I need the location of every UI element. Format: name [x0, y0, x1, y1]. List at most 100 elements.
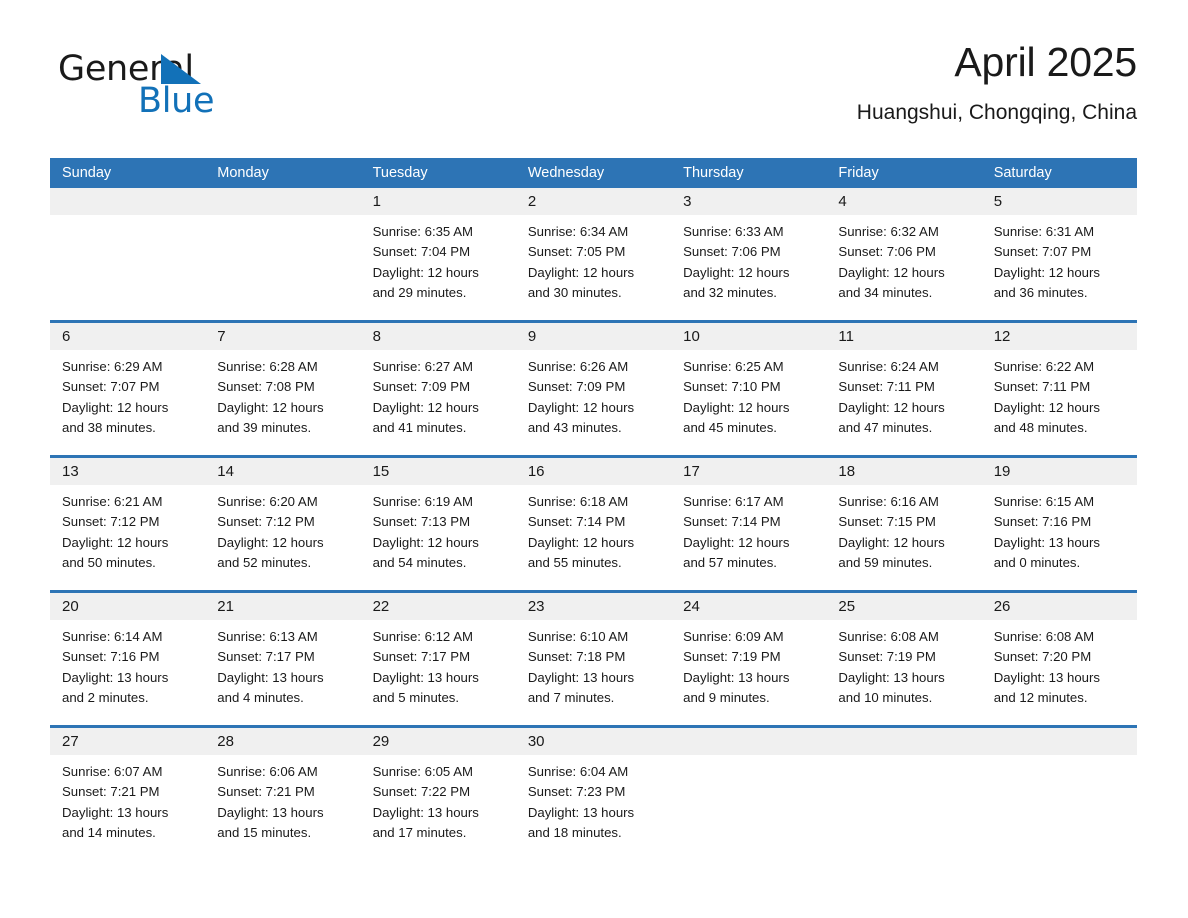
day-number-band: [671, 728, 827, 755]
weekday-header-friday: Friday: [838, 165, 879, 181]
day-number: 6: [62, 328, 71, 345]
day-details: Sunrise: 6:22 AM Sunset: 7:11 PM Daylight:…: [982, 350, 1137, 438]
day-cell-19[interactable]: 19 Sunrise: 6:15 AM Sunset: 7:16 PM Dayligh…: [981, 458, 1137, 590]
day-cell-16[interactable]: 16 Sunrise: 6:18 AM Sunset: 7:14 PM Dayligh…: [515, 458, 672, 590]
day-number-band: 10: [671, 323, 827, 350]
day-cell-26[interactable]: 26 Sunrise: 6:08 AM Sunset: 7:20 PM Dayligh…: [981, 593, 1137, 725]
day-cell-23[interactable]: 23 Sunrise: 6:10 AM Sunset: 7:18 PM Dayligh…: [515, 593, 672, 725]
day-number-band: 6: [50, 323, 206, 350]
day-details: Sunrise: 6:20 AM Sunset: 7:12 PM Daylight:…: [205, 485, 360, 573]
day-cell-17[interactable]: 17 Sunrise: 6:17 AM Sunset: 7:14 PM Dayligh…: [671, 458, 827, 590]
day-cell-28[interactable]: 28 Sunrise: 6:06 AM Sunset: 7:21 PM Dayligh…: [205, 728, 361, 864]
day-number: 10: [683, 328, 700, 345]
day-cell-12[interactable]: 12 Sunrise: 6:22 AM Sunset: 7:11 PM Dayligh…: [981, 323, 1137, 455]
day-details: [205, 215, 360, 222]
day-number: 18: [838, 463, 856, 480]
day-details: Sunrise: 6:18 AM Sunset: 7:14 PM Daylight:…: [516, 485, 671, 573]
day-detail-line: and 17 minutes.: [372, 824, 467, 840]
day-details: Sunrise: 6:15 AM Sunset: 7:16 PM Daylight:…: [982, 485, 1137, 573]
day-number-band: 18: [826, 458, 982, 485]
day-cell-3[interactable]: 3 Sunrise: 6:33 AM Sunset: 7:06 PM Daylight…: [671, 188, 827, 320]
day-detail-line: Daylight: 12 hours: [838, 534, 945, 550]
day-cell-2[interactable]: 2 Sunrise: 6:34 AM Sunset: 7:05 PM Daylight…: [515, 188, 672, 320]
day-cell-18[interactable]: 18 Sunrise: 6:16 AM Sunset: 7:15 PM Dayligh…: [826, 458, 982, 590]
day-detail-line: Sunset: 7:14 PM: [527, 514, 626, 530]
day-detail-line: Sunrise: 6:20 AM: [217, 494, 318, 509]
day-detail-line: Sunset: 7:09 PM: [527, 379, 626, 395]
day-cell-4[interactable]: 4 Sunrise: 6:32 AM Sunset: 7:06 PM Daylight…: [826, 188, 982, 320]
day-detail-line: Sunset: 7:09 PM: [372, 379, 471, 395]
day-cell-24[interactable]: 24 Sunrise: 6:09 AM Sunset: 7:19 PM Dayligh…: [671, 593, 827, 725]
day-cell-6[interactable]: 6 Sunrise: 6:29 AM Sunset: 7:07 PM Daylight…: [50, 323, 206, 455]
day-cell-21[interactable]: 21 Sunrise: 6:13 AM Sunset: 7:17 PM Dayligh…: [205, 593, 361, 725]
day-detail-line: Daylight: 13 hours: [372, 669, 479, 685]
day-cell-1[interactable]: 1 Sunrise: 6:35 AM Sunset: 7:04 PM Daylight…: [360, 188, 516, 320]
day-detail-line: Sunrise: 6:28 AM: [217, 359, 318, 374]
day-detail-line: Sunset: 7:12 PM: [217, 514, 315, 530]
day-detail-line: Sunset: 7:20 PM: [993, 649, 1092, 665]
day-detail-line: Sunrise: 6:09 AM: [683, 629, 784, 644]
day-cell-empty: [205, 188, 361, 320]
day-cell-15[interactable]: 15 Sunrise: 6:19 AM Sunset: 7:13 PM Dayligh…: [360, 458, 516, 590]
day-detail-line: and 15 minutes.: [217, 824, 312, 840]
day-cell-22[interactable]: 22 Sunrise: 6:12 AM Sunset: 7:17 PM Dayligh…: [360, 593, 516, 725]
day-detail-line: Daylight: 12 hours: [527, 399, 635, 415]
day-number-band: 2: [515, 188, 672, 215]
day-cell-11[interactable]: 11 Sunrise: 6:24 AM Sunset: 7:11 PM Dayligh…: [826, 323, 982, 455]
day-detail-line: Sunset: 7:17 PM: [217, 649, 315, 665]
day-cell-27[interactable]: 27 Sunrise: 6:07 AM Sunset: 7:21 PM Dayligh…: [50, 728, 206, 864]
day-cell-7[interactable]: 7 Sunrise: 6:28 AM Sunset: 7:08 PM Daylight…: [205, 323, 361, 455]
day-cell-empty: [981, 728, 1137, 864]
day-detail-line: Daylight: 13 hours: [527, 804, 635, 820]
day-details: Sunrise: 6:09 AM Sunset: 7:19 PM Daylight:…: [671, 620, 826, 708]
generalblue-logo[interactable]: General Blue: [58, 50, 358, 130]
day-detail-line: Daylight: 12 hours: [217, 534, 324, 550]
day-detail-line: Sunset: 7:21 PM: [217, 784, 315, 800]
day-detail-line: Sunset: 7:23 PM: [527, 784, 626, 800]
day-cell-8[interactable]: 8 Sunrise: 6:27 AM Sunset: 7:09 PM Daylight…: [360, 323, 516, 455]
day-number: 23: [527, 598, 545, 615]
day-number: 3: [683, 193, 692, 210]
day-cell-9[interactable]: 9 Sunrise: 6:26 AM Sunset: 7:09 PM Daylight…: [515, 323, 672, 455]
day-detail-line: Daylight: 12 hours: [62, 399, 169, 415]
day-details: Sunrise: 6:07 AM Sunset: 7:21 PM Daylight:…: [50, 755, 205, 843]
day-detail-line: Sunset: 7:05 PM: [527, 244, 626, 260]
day-number: 26: [993, 598, 1011, 615]
day-detail-line: Sunset: 7:14 PM: [683, 514, 781, 530]
day-number: 16: [527, 463, 545, 480]
weekday-header-sunday: Sunday: [62, 165, 112, 181]
day-cell-5[interactable]: 5 Sunrise: 6:31 AM Sunset: 7:07 PM Daylight…: [981, 188, 1137, 320]
day-detail-line: Sunrise: 6:24 AM: [838, 359, 939, 374]
weekday-header-wednesday: Wednesday: [527, 165, 605, 181]
day-details: Sunrise: 6:33 AM Sunset: 7:06 PM Daylight:…: [671, 215, 826, 303]
day-number-band: [826, 728, 982, 755]
day-cell-25[interactable]: 25 Sunrise: 6:08 AM Sunset: 7:19 PM Dayligh…: [826, 593, 982, 725]
day-number-band: 5: [981, 188, 1137, 215]
day-detail-line: Sunrise: 6:07 AM: [62, 764, 163, 779]
day-number: 13: [62, 463, 79, 480]
day-details: Sunrise: 6:17 AM Sunset: 7:14 PM Daylight:…: [671, 485, 826, 573]
day-number-band: 3: [671, 188, 827, 215]
day-detail-line: and 54 minutes.: [372, 554, 467, 570]
day-cell-13[interactable]: 13 Sunrise: 6:21 AM Sunset: 7:12 PM Dayligh…: [50, 458, 206, 590]
day-cell-10[interactable]: 10 Sunrise: 6:25 AM Sunset: 7:10 PM Dayligh…: [671, 323, 827, 455]
day-detail-line: Sunset: 7:17 PM: [372, 649, 471, 665]
day-number-band: 28: [205, 728, 361, 755]
calendar-weeks: 1 Sunrise: 6:35 AM Sunset: 7:04 PM Daylight…: [50, 188, 1137, 864]
day-number: 5: [993, 193, 1003, 210]
day-details: Sunrise: 6:19 AM Sunset: 7:13 PM Daylight:…: [361, 485, 516, 573]
day-number: 21: [217, 598, 234, 615]
day-number: 27: [62, 733, 79, 750]
day-detail-line: Sunrise: 6:10 AM: [527, 629, 629, 644]
page-title: April 2025: [954, 39, 1137, 85]
day-cell-20[interactable]: 20 Sunrise: 6:14 AM Sunset: 7:16 PM Dayligh…: [50, 593, 206, 725]
day-number: 20: [62, 598, 79, 615]
day-cell-empty: [671, 728, 827, 864]
day-cell-29[interactable]: 29 Sunrise: 6:05 AM Sunset: 7:22 PM Dayligh…: [360, 728, 516, 864]
day-details: Sunrise: 6:12 AM Sunset: 7:17 PM Daylight:…: [361, 620, 516, 708]
weekday-header-thursday: Thursday: [683, 165, 744, 181]
day-detail-line: and 32 minutes.: [683, 284, 777, 300]
day-cell-30[interactable]: 30 Sunrise: 6:04 AM Sunset: 7:23 PM Dayligh…: [515, 728, 672, 864]
day-cell-14[interactable]: 14 Sunrise: 6:20 AM Sunset: 7:12 PM Dayligh…: [205, 458, 361, 590]
day-details: Sunrise: 6:10 AM Sunset: 7:18 PM Daylight:…: [516, 620, 671, 708]
